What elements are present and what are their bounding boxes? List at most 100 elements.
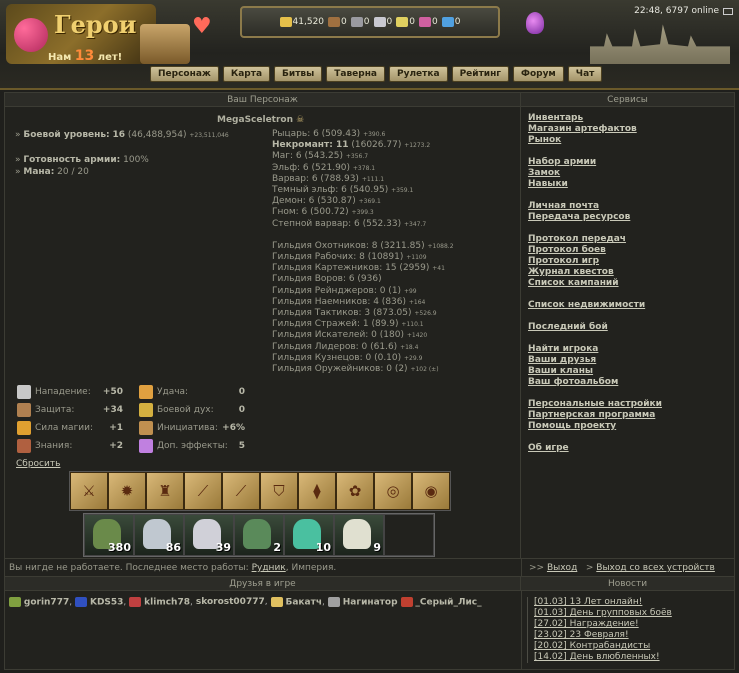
service-link[interactable]: Протокол боев <box>528 245 734 256</box>
attribute: Доп. эффекты: 5 <box>139 439 261 453</box>
work-status: Вы нигде не работаете. Последнее место р… <box>9 563 337 573</box>
wood-icon <box>328 17 341 27</box>
service-link[interactable]: Список кампаний <box>528 278 734 289</box>
news-item[interactable]: [27.02] Награждение! <box>534 619 727 630</box>
service-link[interactable]: Рынок <box>528 135 734 146</box>
nav-tab[interactable]: Персонаж <box>150 66 219 82</box>
equipment-slot[interactable]: ⟋ <box>184 472 222 510</box>
work-place-link[interactable]: Рудник <box>252 563 286 573</box>
service-link[interactable]: Об игре <box>528 443 734 454</box>
equipment-slot[interactable]: ⧫ <box>298 472 336 510</box>
equipment-slot[interactable]: ✹ <box>108 472 146 510</box>
service-link[interactable]: Протокол передач <box>528 234 734 245</box>
attributes-grid: Нападение: +50 Удача: 0 Защита: +34 Боевой дух… <box>17 383 287 455</box>
army-slot[interactable] <box>384 514 434 556</box>
resource-crystals: 0 <box>418 17 438 27</box>
friend-item[interactable]: _Серый_Лис_ <box>400 597 482 608</box>
service-link[interactable]: Инвентарь <box>528 113 734 124</box>
news-item[interactable]: [01.03] 13 Лет онлайн! <box>534 597 727 608</box>
attribute: Инициатива: +6% <box>139 421 261 435</box>
friend-name[interactable]: skorost00777 <box>196 597 265 607</box>
friend-item[interactable]: skorost00777, <box>196 597 268 607</box>
castle-decoration <box>590 24 730 64</box>
header: Герои Нам 13 лет! ♥ 41,520 0 0 0 0 0 0 22:48, … <box>0 0 739 90</box>
friend-name[interactable]: Бакатч <box>286 598 323 608</box>
nav-tab[interactable]: Таверна <box>326 66 385 82</box>
news-item[interactable]: [14.02] День влюбленных! <box>534 652 727 663</box>
friend-name[interactable]: gorin777 <box>24 598 69 608</box>
friend-item[interactable]: klimch78, <box>129 597 193 608</box>
army-slot[interactable]: 2 <box>234 514 284 556</box>
equipment-slot[interactable]: ◉ <box>412 472 450 510</box>
news-item[interactable]: [01.03] День групповых боёв <box>534 608 727 619</box>
service-link[interactable]: Последний бой <box>528 322 734 333</box>
friend-item[interactable]: gorin777, <box>9 597 72 608</box>
friend-name[interactable]: KDS53 <box>90 598 123 608</box>
news-item[interactable]: [23.02] 23 Февраля! <box>534 630 727 641</box>
reset-link[interactable]: Сбросить <box>16 459 60 469</box>
faction-row: Темный эльф: 6 (540.95) +359.1 <box>272 185 414 196</box>
army-slot[interactable]: 10 <box>284 514 334 556</box>
attribute: Защита: +34 <box>17 403 139 417</box>
equipment-slots: ⚔ ✹ ♜ ⟋ ⟋ ⛉ ⧫ ✿ ◎ ◉ <box>69 471 451 511</box>
army-slot[interactable]: 86 <box>134 514 184 556</box>
service-link[interactable]: Журнал квестов <box>528 267 734 278</box>
attribute-value: 0 <box>238 387 245 397</box>
faction-row: Гном: 6 (500.72) +399.3 <box>272 207 374 218</box>
service-link[interactable]: Список недвижимости <box>528 300 734 311</box>
service-link[interactable]: Ваш фотоальбом <box>528 377 734 388</box>
services-list: Инвентарь Магазин артефактов Рынок Набор ар… <box>521 107 734 454</box>
wings-icon <box>139 403 153 417</box>
army-slot[interactable]: 380 <box>84 514 134 556</box>
resource-value: 0 <box>363 17 370 27</box>
nav-tab[interactable]: Рулетка <box>389 66 448 82</box>
service-link[interactable]: Протокол игр <box>528 256 734 267</box>
exit-all-link[interactable]: Выход со всех устройств <box>596 563 715 573</box>
potion-icon[interactable] <box>526 12 544 34</box>
nav-tab[interactable]: Рейтинг <box>451 66 510 82</box>
friend-name[interactable]: klimch78 <box>144 598 190 608</box>
resource-ore: 0 <box>350 17 370 27</box>
service-link[interactable]: Партнерская программа <box>528 410 734 421</box>
resource-sulfur: 0 <box>396 17 415 27</box>
friend-item[interactable]: KDS53, <box>75 597 126 608</box>
service-link[interactable]: Личная почта <box>528 201 734 212</box>
attribute-label: Удача: <box>157 387 189 397</box>
attribute-row: Знания: +2 Доп. эффекты: 5 <box>17 437 287 455</box>
service-link[interactable]: Замок <box>528 168 734 179</box>
nav-tab[interactable]: Битвы <box>274 66 323 82</box>
equipment-slot[interactable]: ♜ <box>146 472 184 510</box>
guild-row: Гильдия Оружейников: 0 (2) +102 (±) <box>272 364 439 375</box>
equipment-slot[interactable]: ◎ <box>374 472 412 510</box>
service-link[interactable]: Набор армии <box>528 157 734 168</box>
friend-item[interactable]: Нагинатор <box>327 597 398 608</box>
service-link[interactable]: Магазин артефактов <box>528 124 734 135</box>
equipment-slot[interactable]: ⛉ <box>260 472 298 510</box>
friend-item[interactable]: Бакатч, <box>270 597 325 608</box>
army-slot[interactable]: 9 <box>334 514 384 556</box>
service-link[interactable]: Ваши кланы <box>528 366 734 377</box>
friend-name[interactable]: Нагинатор <box>343 598 398 608</box>
game-logo[interactable]: Герои Нам 13 лет! <box>6 4 156 64</box>
service-link[interactable]: Ваши друзья <box>528 355 734 366</box>
friend-name[interactable]: _Серый_Лис_ <box>415 598 481 608</box>
service-link[interactable]: Навыки <box>528 179 734 190</box>
news-item[interactable]: [20.02] Контрабандисты <box>534 641 727 652</box>
service-link[interactable]: Помощь проекту <box>528 421 734 432</box>
army-slot[interactable]: 39 <box>184 514 234 556</box>
equipment-slot[interactable]: ⟋ <box>222 472 260 510</box>
equipment-slot[interactable]: ⚔ <box>70 472 108 510</box>
faction-guild-stats: Рыцарь: 6 (509.43) +390.6 Некромант: 11 (… <box>272 129 517 375</box>
nav-tab[interactable]: Форум <box>513 66 564 82</box>
nav-tab[interactable]: Чат <box>567 66 603 82</box>
equipment-slot[interactable]: ✿ <box>336 472 374 510</box>
service-link[interactable]: Персональные настройки <box>528 399 734 410</box>
clan-icon <box>327 597 340 607</box>
nav-tab[interactable]: Карта <box>222 66 271 82</box>
player-name[interactable]: MegaSceletron ☠ <box>217 115 304 125</box>
faction-row: Демон: 6 (530.87) +369.1 <box>272 196 381 207</box>
exit-link[interactable]: Выход <box>547 563 577 573</box>
heart-icon[interactable]: ♥ <box>192 14 212 39</box>
service-link[interactable]: Передача ресурсов <box>528 212 734 223</box>
service-link[interactable]: Найти игрока <box>528 344 734 355</box>
